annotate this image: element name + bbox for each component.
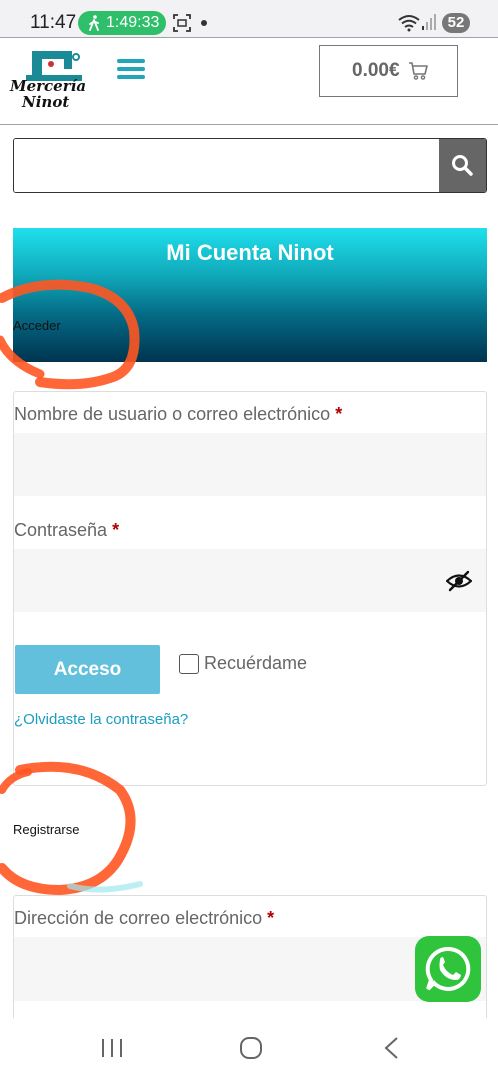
walk-icon [89, 15, 99, 31]
wifi-icon [398, 15, 420, 32]
required-mark: * [267, 908, 275, 928]
home-icon[interactable] [239, 1036, 263, 1060]
login-form: Nombre de usuario o correo electrónico *… [13, 391, 487, 786]
back-icon[interactable] [382, 1036, 400, 1060]
site-logo[interactable]: Mercería Ninot [6, 47, 88, 111]
login-button[interactable]: Acceso [15, 645, 160, 694]
required-mark: * [335, 404, 343, 424]
activity-pill[interactable]: 1:49:33 [78, 11, 166, 35]
username-label: Nombre de usuario o correo electrónico * [14, 404, 342, 425]
remember-checkbox[interactable] [179, 654, 199, 674]
recent-apps-icon[interactable] [101, 1038, 123, 1058]
search-input[interactable] [14, 139, 440, 192]
menu-icon-bar [117, 59, 145, 63]
battery-indicator: 52 [442, 13, 470, 33]
remember-label: Recuérdame [204, 653, 308, 673]
site-header: Mercería Ninot 0.00€ [0, 39, 498, 125]
required-mark: * [112, 520, 120, 540]
menu-icon-bar [117, 67, 145, 71]
password-label: Contraseña * [14, 520, 119, 541]
whatsapp-button[interactable] [415, 936, 481, 1002]
system-nav-bar [0, 1018, 498, 1080]
username-label-text: Nombre de usuario o correo electrónico [14, 404, 331, 424]
screen-record-icon [173, 14, 191, 32]
cart-total: 0.00€ [352, 60, 400, 81]
cart-icon [409, 62, 428, 80]
menu-icon-bar [117, 75, 145, 79]
page-title: Mi Cuenta Ninot [166, 240, 334, 265]
search-bar [13, 138, 487, 193]
eye-off-icon[interactable] [446, 570, 472, 592]
register-section-label: Registrarse [13, 822, 80, 837]
menu-button[interactable] [117, 59, 145, 83]
login-section-label: Acceder [13, 318, 61, 333]
email-label: Dirección de correo electrónico * [14, 908, 274, 929]
logo-line-2: Ninot [22, 93, 70, 111]
forgot-password-link[interactable]: ¿Olvidaste la contraseña? [14, 711, 188, 728]
cart-button[interactable]: 0.00€ [319, 45, 458, 97]
account-banner: Mi Cuenta Ninot [13, 228, 487, 362]
status-bar: 11:47 1:49:33 52 [0, 0, 498, 38]
search-button[interactable] [439, 139, 486, 192]
email-label-text: Dirección de correo electrónico [14, 908, 263, 928]
notification-dot [201, 20, 207, 26]
whatsapp-icon [425, 946, 471, 991]
username-input[interactable] [14, 433, 486, 496]
password-input[interactable] [14, 549, 486, 612]
signal-icon [422, 14, 436, 30]
password-label-text: Contraseña [14, 520, 108, 540]
search-icon [452, 155, 473, 176]
activity-timer: 1:49:33 [106, 14, 160, 31]
status-time: 11:47 [30, 12, 77, 33]
